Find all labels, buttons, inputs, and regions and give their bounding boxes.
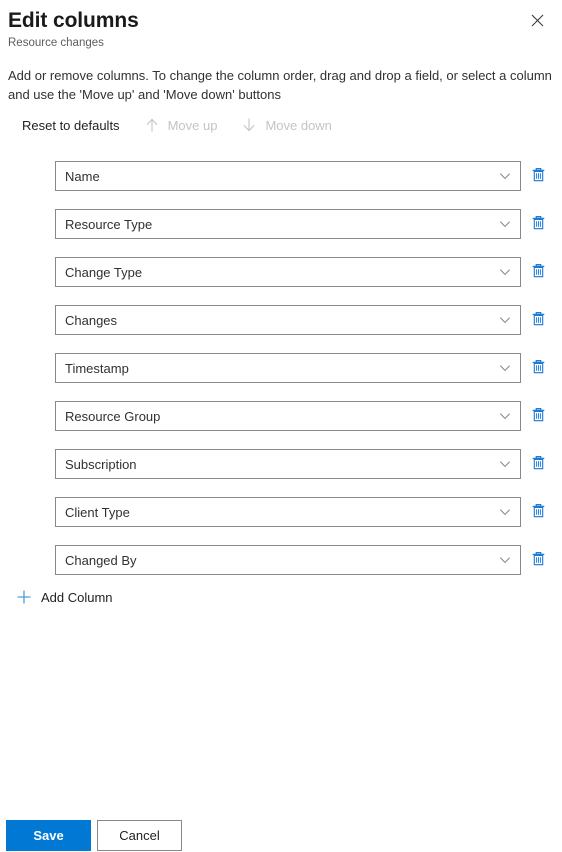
delete-column-button[interactable] [527,501,549,523]
chevron-down-icon [490,458,520,470]
dialog-description: Add or remove columns. To change the col… [8,68,552,102]
delete-column-button[interactable] [527,549,549,571]
column-dropdown-label: Subscription [65,456,137,472]
close-button[interactable] [521,6,553,34]
reset-label: Reset to defaults [22,117,120,133]
page-subtitle: Resource changes [8,37,104,49]
chevron-down-icon [490,218,520,230]
trash-icon [531,551,546,570]
column-dropdown[interactable]: Change Type [55,257,521,287]
column-dropdown-label: Resource Type [65,216,153,232]
column-row: Client Type [0,497,562,527]
dialog-footer: Save Cancel [0,784,562,852]
column-dropdown[interactable]: Subscription [55,449,521,479]
save-label: Save [33,828,64,843]
arrow-up-icon [143,116,161,134]
column-row: Resource Type [0,209,562,239]
chevron-down-icon [490,554,520,566]
move-up-label: Move up [167,117,218,133]
column-dropdown-label: Resource Group [65,408,161,424]
chevron-down-icon [490,266,520,278]
column-dropdown-label: Client Type [65,504,130,520]
delete-column-button[interactable] [527,213,549,235]
column-dropdown-label: Timestamp [65,360,129,376]
column-dropdown[interactable]: Name [55,161,521,191]
column-dropdown-label: Name [65,168,100,184]
close-icon [531,14,544,27]
trash-icon [531,215,546,234]
trash-icon [531,311,546,330]
move-down-button[interactable]: Move down [234,113,337,137]
command-bar: Reset to defaults Move up Move down [16,113,338,137]
column-row: Change Type [0,257,562,287]
delete-column-button[interactable] [527,309,549,331]
column-dropdown[interactable]: Changed By [55,545,521,575]
trash-icon [531,407,546,426]
trash-icon [531,503,546,522]
plus-icon [14,587,34,607]
move-up-button[interactable]: Move up [137,113,224,137]
trash-icon [531,167,546,186]
arrow-down-icon [240,116,258,134]
column-row: Subscription [0,449,562,479]
save-button[interactable]: Save [6,820,91,851]
cancel-button[interactable]: Cancel [97,820,182,851]
move-down-label: Move down [265,117,332,133]
trash-icon [531,455,546,474]
cancel-label: Cancel [119,828,160,843]
dialog-header: Edit columns Resource changes [0,0,562,60]
column-dropdown[interactable]: Resource Type [55,209,521,239]
column-dropdown-label: Changes [65,312,118,328]
column-row: Timestamp [0,353,562,383]
add-column-label: Add Column [41,589,113,605]
chevron-down-icon [490,410,520,422]
column-row: Resource Group [0,401,562,431]
delete-column-button[interactable] [527,453,549,475]
column-dropdown[interactable]: Timestamp [55,353,521,383]
chevron-down-icon [490,170,520,182]
column-row: Name [0,161,562,191]
chevron-down-icon [490,506,520,518]
column-dropdown[interactable]: Resource Group [55,401,521,431]
delete-column-button[interactable] [527,357,549,379]
column-dropdown[interactable]: Changes [55,305,521,335]
column-dropdown[interactable]: Client Type [55,497,521,527]
delete-column-button[interactable] [527,405,549,427]
page-title: Edit columns [8,9,139,32]
column-dropdown-label: Changed By [65,552,137,568]
column-dropdown-label: Change Type [65,264,143,280]
delete-column-button[interactable] [527,165,549,187]
add-column-button[interactable]: Add Column [10,586,117,608]
delete-column-button[interactable] [527,261,549,283]
chevron-down-icon [490,362,520,374]
column-row: Changed By [0,545,562,575]
chevron-down-icon [490,314,520,326]
columns-list: Name Resource Type Change Type Changes Times… [0,161,562,593]
reset-to-defaults-button[interactable]: Reset to defaults [16,113,126,137]
trash-icon [531,359,546,378]
column-row: Changes [0,305,562,335]
trash-icon [531,263,546,282]
